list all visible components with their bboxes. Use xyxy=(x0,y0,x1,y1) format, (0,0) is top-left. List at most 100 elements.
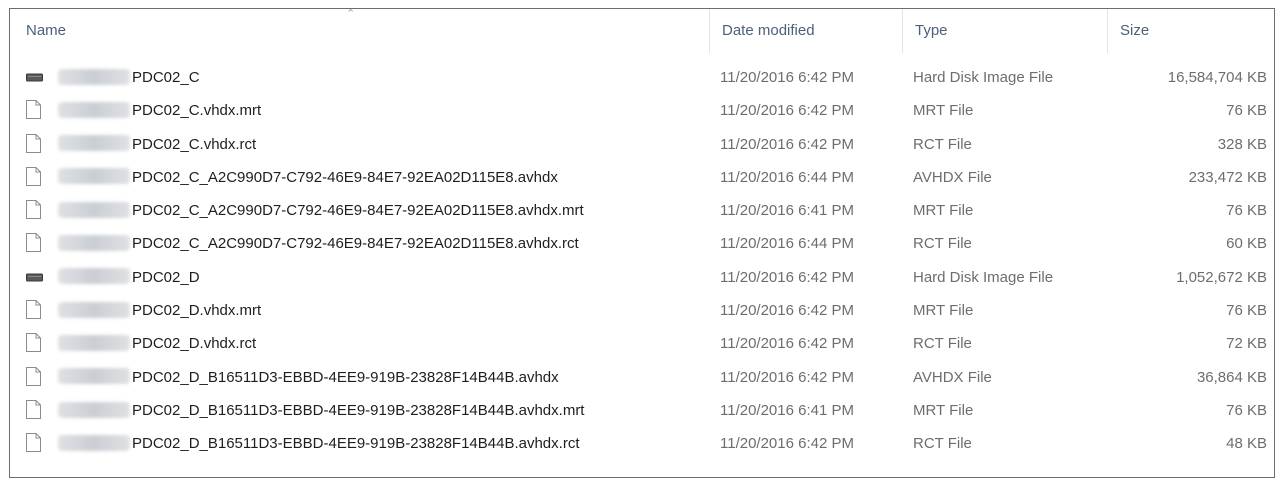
file-size: 1,052,672 KB xyxy=(1176,268,1267,286)
file-row[interactable]: PDC02_C_A2C990D7-C792-46E9-84E7-92EA02D1… xyxy=(10,227,1274,260)
column-header-size-label: Size xyxy=(1120,22,1150,39)
file-type: AVHDX File xyxy=(913,168,992,186)
redacted-name-prefix xyxy=(58,135,130,152)
file-type: MRT File xyxy=(913,302,974,320)
file-name-text: PDC02_D xyxy=(132,268,200,286)
file-name[interactable]: PDC02_C xyxy=(58,61,200,94)
document-icon xyxy=(26,427,46,460)
redacted-name-prefix xyxy=(58,401,130,418)
file-name[interactable]: PDC02_C.vhdx.rct xyxy=(58,128,256,161)
file-name[interactable]: PDC02_C.vhdx.mrt xyxy=(58,94,261,127)
column-header-type[interactable]: Type xyxy=(902,9,1107,53)
file-row[interactable]: PDC02_D_B16511D3-EBBD-4EE9-919B-23828F14… xyxy=(10,427,1274,460)
file-name-text: PDC02_C xyxy=(132,69,200,86)
file-type: MRT File xyxy=(913,401,974,419)
file-type: AVHDX File xyxy=(913,368,992,386)
file-row[interactable]: PDC02_D 11/20/2016 6:42 PM Hard Disk Image… xyxy=(10,261,1274,294)
file-type: Hard Disk Image File xyxy=(913,268,1054,286)
column-header-name[interactable]: Name xyxy=(10,9,709,53)
file-row[interactable]: PDC02_C_A2C990D7-C792-46E9-84E7-92EA02D1… xyxy=(10,161,1274,194)
file-date-modified: 11/20/2016 6:42 PM xyxy=(720,435,854,453)
document-icon xyxy=(26,128,46,161)
redacted-name-prefix xyxy=(58,68,130,85)
file-name[interactable]: PDC02_D.vhdx.rct xyxy=(58,327,256,360)
file-row[interactable]: PDC02_C_A2C990D7-C792-46E9-84E7-92EA02D1… xyxy=(10,194,1274,227)
file-row[interactable]: PDC02_C.vhdx.rct 11/20/2016 6:42 PM RCT Fi… xyxy=(10,128,1274,161)
document-icon xyxy=(26,161,46,194)
file-type: RCT File xyxy=(913,435,972,453)
file-name-text: PDC02_C_A2C990D7-C792-46E9-84E7-92EA02D1… xyxy=(132,168,558,186)
column-header-date-modified[interactable]: Date modified xyxy=(709,9,902,53)
file-name[interactable]: PDC02_C_A2C990D7-C792-46E9-84E7-92EA02D1… xyxy=(58,194,584,227)
document-icon xyxy=(26,94,46,127)
document-icon xyxy=(26,394,46,427)
file-name[interactable]: PDC02_C_A2C990D7-C792-46E9-84E7-92EA02D1… xyxy=(58,227,579,260)
file-row[interactable]: PDC02_D_B16511D3-EBBD-4EE9-919B-23828F14… xyxy=(10,361,1274,394)
file-size: 60 KB xyxy=(1226,235,1267,253)
file-date-modified: 11/20/2016 6:42 PM xyxy=(720,335,854,353)
file-name-text: PDC02_D_B16511D3-EBBD-4EE9-919B-23828F14… xyxy=(132,368,559,386)
file-name[interactable]: PDC02_D.vhdx.mrt xyxy=(58,294,261,327)
file-name-text: PDC02_D.vhdx.rct xyxy=(132,335,257,353)
column-header-type-label: Type xyxy=(915,22,948,39)
file-date-modified: 11/20/2016 6:42 PM xyxy=(720,69,854,86)
column-header-row: Name ⌃ Date modified Type Size xyxy=(10,9,1274,53)
file-date-modified: 11/20/2016 6:42 PM xyxy=(720,135,854,153)
file-name-text: PDC02_C_A2C990D7-C792-46E9-84E7-92EA02D1… xyxy=(132,235,579,253)
file-size: 16,584,704 KB xyxy=(1167,69,1267,86)
file-date-modified: 11/20/2016 6:42 PM xyxy=(720,102,854,120)
hard-disk-icon xyxy=(26,61,46,94)
redacted-name-prefix xyxy=(58,301,130,318)
file-name[interactable]: PDC02_D xyxy=(58,261,200,294)
redacted-name-prefix xyxy=(58,168,130,185)
document-icon xyxy=(26,327,46,360)
file-name[interactable]: PDC02_C_A2C990D7-C792-46E9-84E7-92EA02D1… xyxy=(58,161,558,194)
document-icon xyxy=(26,361,46,394)
file-size: 72 KB xyxy=(1226,335,1267,353)
redacted-name-prefix xyxy=(58,268,130,285)
file-row[interactable]: PDC02_D.vhdx.rct 11/20/2016 6:42 PM RCT Fi… xyxy=(10,327,1274,360)
file-rows: PDC02_C 11/20/2016 6:42 PM Hard Disk Image… xyxy=(10,61,1274,461)
file-size: 233,472 KB xyxy=(1188,168,1267,186)
sort-ascending-icon: ⌃ xyxy=(346,8,356,20)
document-icon xyxy=(26,294,46,327)
file-name[interactable]: PDC02_D_B16511D3-EBBD-4EE9-919B-23828F14… xyxy=(58,394,584,427)
file-row[interactable]: PDC02_C.vhdx.mrt 11/20/2016 6:42 PM MRT Fi… xyxy=(10,94,1274,127)
file-size: 76 KB xyxy=(1226,302,1267,320)
file-row[interactable]: PDC02_D_B16511D3-EBBD-4EE9-919B-23828F14… xyxy=(10,394,1274,427)
file-type: RCT File xyxy=(913,135,972,153)
file-type: RCT File xyxy=(913,235,972,253)
hard-disk-icon xyxy=(26,261,46,294)
redacted-name-prefix xyxy=(58,334,130,351)
file-name[interactable]: PDC02_D_B16511D3-EBBD-4EE9-919B-23828F14… xyxy=(58,427,579,460)
redacted-name-prefix xyxy=(58,101,130,118)
file-type: MRT File xyxy=(913,202,974,220)
file-name-text: PDC02_D_B16511D3-EBBD-4EE9-919B-23828F14… xyxy=(132,435,580,453)
file-date-modified: 11/20/2016 6:44 PM xyxy=(720,168,854,186)
file-size: 36,864 KB xyxy=(1196,368,1267,386)
document-icon xyxy=(26,227,46,260)
file-type: RCT File xyxy=(913,335,972,353)
redacted-name-prefix xyxy=(58,201,130,218)
redacted-name-prefix xyxy=(58,368,130,385)
document-icon xyxy=(26,194,46,227)
column-header-date-label: Date modified xyxy=(722,22,815,39)
file-date-modified: 11/20/2016 6:42 PM xyxy=(720,302,854,320)
column-header-size[interactable]: Size xyxy=(1107,9,1274,53)
file-list-view: Name ⌃ Date modified Type Size PDC02_C 11… xyxy=(9,8,1275,478)
file-size: 328 KB xyxy=(1217,135,1267,153)
file-size: 76 KB xyxy=(1226,102,1267,120)
file-name-text: PDC02_D.vhdx.mrt xyxy=(132,302,262,320)
file-name-text: PDC02_C_A2C990D7-C792-46E9-84E7-92EA02D1… xyxy=(132,202,584,220)
file-date-modified: 11/20/2016 6:42 PM xyxy=(720,368,854,386)
file-date-modified: 11/20/2016 6:44 PM xyxy=(720,235,854,253)
file-size: 76 KB xyxy=(1226,401,1267,419)
file-row[interactable]: PDC02_C 11/20/2016 6:42 PM Hard Disk Image… xyxy=(10,61,1274,94)
file-type: MRT File xyxy=(913,102,974,120)
file-name[interactable]: PDC02_D_B16511D3-EBBD-4EE9-919B-23828F14… xyxy=(58,361,559,394)
file-date-modified: 11/20/2016 6:42 PM xyxy=(720,268,854,286)
redacted-name-prefix xyxy=(58,434,130,451)
file-type: Hard Disk Image File xyxy=(913,69,1054,86)
file-row[interactable]: PDC02_D.vhdx.mrt 11/20/2016 6:42 PM MRT Fi… xyxy=(10,294,1274,327)
column-header-name-label: Name xyxy=(26,22,67,39)
